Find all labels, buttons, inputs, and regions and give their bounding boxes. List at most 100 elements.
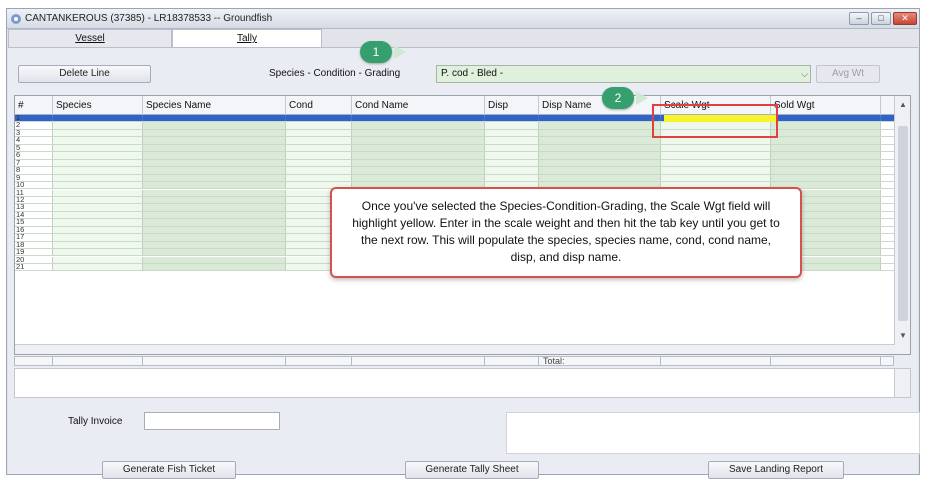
- grid-cell[interactable]: [143, 241, 286, 249]
- grid-cell[interactable]: [53, 174, 143, 181]
- grid-cell[interactable]: [352, 122, 485, 129]
- grid-cell[interactable]: [771, 129, 881, 137]
- grid-cell[interactable]: [661, 144, 771, 152]
- grid-cell[interactable]: [771, 115, 881, 122]
- grid-cell[interactable]: [143, 152, 286, 159]
- grid-cell[interactable]: [485, 129, 539, 137]
- delete-line-button[interactable]: Delete Line: [18, 65, 151, 83]
- grid-cell[interactable]: [771, 174, 881, 181]
- grid-cell[interactable]: [286, 115, 352, 122]
- grid-cell[interactable]: [53, 211, 143, 219]
- maximize-button[interactable]: □: [871, 12, 891, 25]
- grid-cell[interactable]: [143, 256, 286, 263]
- grid-cell[interactable]: [661, 159, 771, 167]
- grid-cell[interactable]: [53, 137, 143, 144]
- grid-cell[interactable]: [143, 211, 286, 219]
- grid-cell[interactable]: [485, 174, 539, 181]
- tab-vessel[interactable]: Vessel: [8, 29, 172, 47]
- table-row[interactable]: 6: [15, 150, 895, 160]
- col-header-disp[interactable]: Disp: [485, 96, 539, 115]
- grid-cell[interactable]: [485, 152, 539, 159]
- grid-cell[interactable]: [143, 219, 286, 226]
- save-landing-report-button[interactable]: Save Landing Report: [708, 461, 844, 479]
- table-row[interactable]: 5: [15, 143, 895, 153]
- grid-cell[interactable]: [352, 129, 485, 137]
- grid-cell[interactable]: [352, 115, 485, 122]
- grid-cell[interactable]: [143, 137, 286, 144]
- grid-cell[interactable]: [53, 129, 143, 137]
- grid-cell[interactable]: [352, 137, 485, 144]
- grid-cell[interactable]: [485, 167, 539, 174]
- grid-cell[interactable]: [352, 167, 485, 174]
- scroll-thumb[interactable]: [898, 126, 908, 321]
- avg-wt-button[interactable]: Avg Wt: [816, 65, 880, 83]
- grid-cell[interactable]: [143, 226, 286, 234]
- grid-cell[interactable]: [53, 196, 143, 204]
- grid-cell[interactable]: [143, 234, 286, 241]
- grid-cell[interactable]: [53, 159, 143, 167]
- col-header-sold-wgt[interactable]: Sold Wgt: [771, 96, 881, 115]
- grid-cell[interactable]: [286, 137, 352, 144]
- grid-cell[interactable]: [286, 152, 352, 159]
- grid-cell[interactable]: [539, 159, 661, 167]
- grid-cell[interactable]: [539, 174, 661, 181]
- table-row[interactable]: 7: [15, 158, 895, 168]
- grid-cell[interactable]: [143, 167, 286, 174]
- grid-cell[interactable]: [771, 159, 881, 167]
- grid-cell[interactable]: [771, 152, 881, 159]
- grid-cell[interactable]: [53, 241, 143, 249]
- grid-horizontal-scrollbar[interactable]: [15, 344, 895, 354]
- grid-cell[interactable]: [485, 137, 539, 144]
- grid-cell[interactable]: [53, 189, 143, 196]
- grid-cell[interactable]: [53, 226, 143, 234]
- grid-cell[interactable]: [352, 159, 485, 167]
- grid-cell[interactable]: [485, 144, 539, 152]
- grid-cell[interactable]: [143, 174, 286, 181]
- col-header-number[interactable]: #: [15, 96, 53, 115]
- grid-cell[interactable]: [53, 115, 143, 122]
- grid-cell[interactable]: [53, 249, 143, 256]
- grid-cell[interactable]: [661, 174, 771, 181]
- grid-cell[interactable]: [53, 167, 143, 174]
- table-row[interactable]: 4: [15, 135, 895, 145]
- grid-cell[interactable]: [771, 122, 881, 129]
- col-header-cond[interactable]: Cond: [286, 96, 352, 115]
- grid-cell[interactable]: [53, 256, 143, 263]
- grid-cell[interactable]: [352, 144, 485, 152]
- grid-cell[interactable]: [661, 137, 771, 144]
- grid-cell[interactable]: [53, 204, 143, 211]
- grid-cell[interactable]: [143, 249, 286, 256]
- table-row[interactable]: 8: [15, 165, 895, 175]
- grid-cell[interactable]: [143, 144, 286, 152]
- grid-cell[interactable]: [771, 144, 881, 152]
- grid-cell[interactable]: [286, 122, 352, 129]
- grid-cell[interactable]: [143, 264, 286, 271]
- grid-cell[interactable]: [53, 182, 143, 189]
- grid-cell[interactable]: [286, 174, 352, 181]
- grid-cell[interactable]: [539, 152, 661, 159]
- lower-scrollbar[interactable]: [894, 369, 910, 397]
- chevron-down-icon[interactable]: ⌵: [801, 66, 808, 82]
- scroll-up-icon[interactable]: ▲: [899, 100, 907, 109]
- grid-cell[interactable]: [771, 137, 881, 144]
- table-row[interactable]: 9: [15, 173, 895, 182]
- scroll-down-icon[interactable]: ▼: [899, 331, 907, 340]
- scg-dropdown[interactable]: P. cod - Bled - ⌵: [436, 65, 811, 83]
- grid-cell[interactable]: [485, 159, 539, 167]
- grid-cell[interactable]: [286, 159, 352, 167]
- minimize-button[interactable]: –: [849, 12, 869, 25]
- grid-cell[interactable]: [539, 144, 661, 152]
- grid-cell[interactable]: [143, 159, 286, 167]
- grid-cell[interactable]: [539, 122, 661, 129]
- tally-invoice-input[interactable]: [144, 412, 280, 430]
- grid-cell[interactable]: [661, 167, 771, 174]
- generate-tally-sheet-button[interactable]: Generate Tally Sheet: [405, 461, 539, 479]
- grid-cell[interactable]: [485, 122, 539, 129]
- tab-tally[interactable]: Tally: [172, 29, 322, 47]
- grid-cell[interactable]: [771, 167, 881, 174]
- grid-cell[interactable]: [53, 234, 143, 241]
- col-header-cond-name[interactable]: Cond Name: [352, 96, 485, 115]
- grid-cell[interactable]: [143, 122, 286, 129]
- grid-cell[interactable]: [53, 122, 143, 129]
- grid-cell[interactable]: [485, 115, 539, 122]
